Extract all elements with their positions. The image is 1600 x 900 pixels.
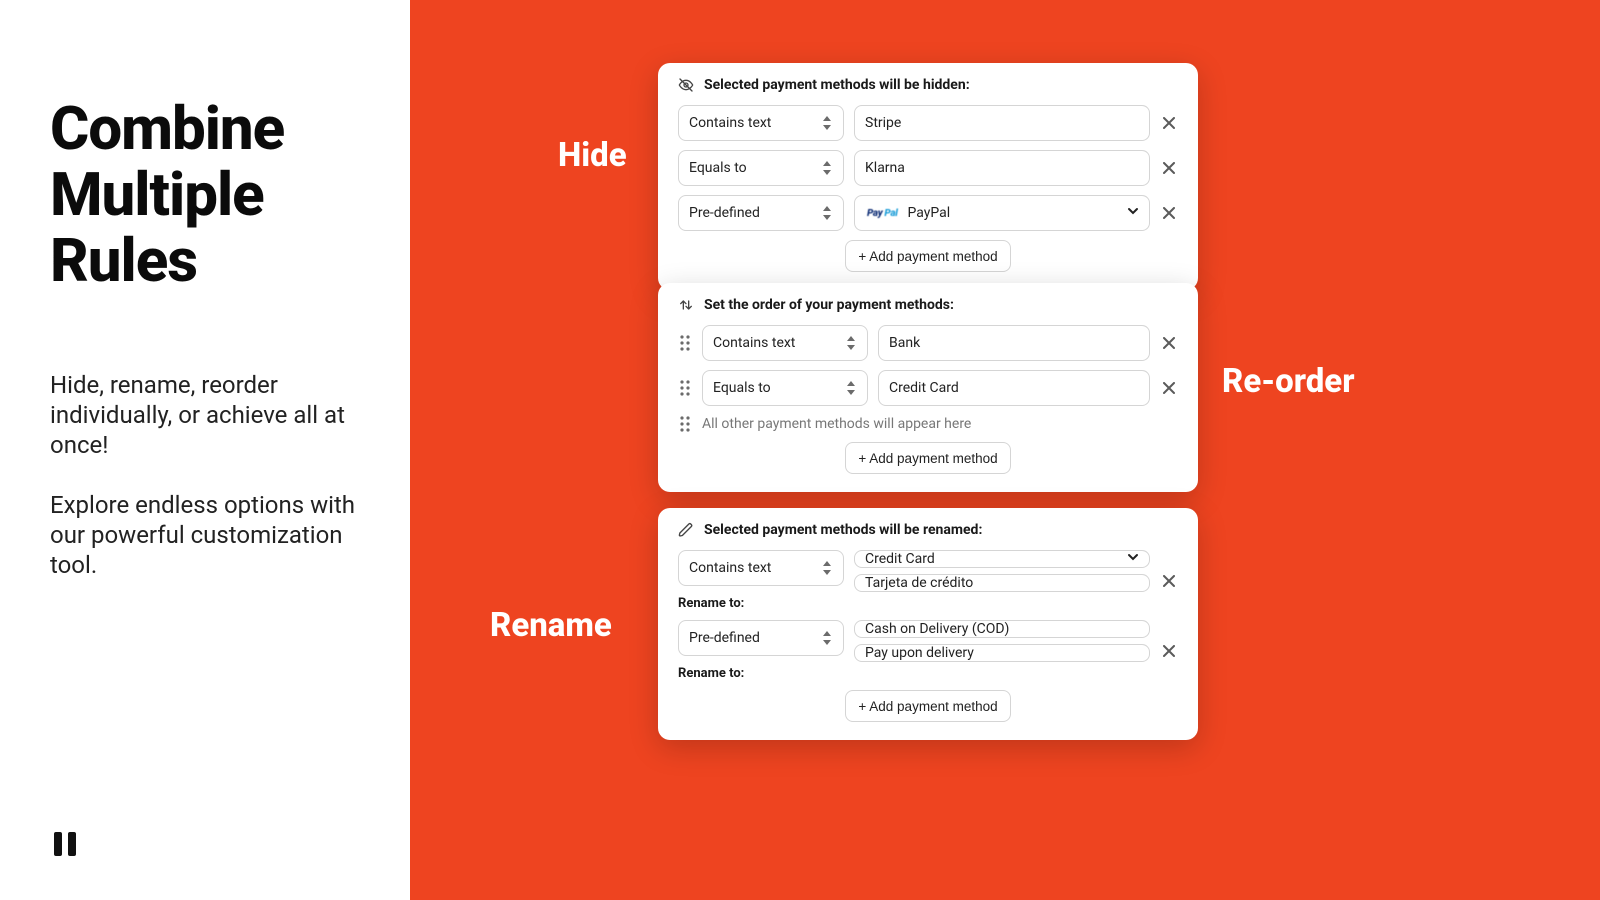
- card-reorder: Set the order of your payment methods: C…: [658, 283, 1198, 492]
- page-title: Combine Multiple Rules: [50, 96, 370, 294]
- page-description: Hide, rename, reorder individually, or a…: [50, 370, 370, 580]
- value-dropdown[interactable]: Credit Card: [854, 550, 1150, 568]
- pencil-icon: [678, 522, 694, 538]
- marketing-sidebar: Combine Multiple Rules Hide, rename, reo…: [0, 0, 410, 900]
- canvas: Hide Re-order Rename Selected payment me…: [410, 0, 1600, 900]
- select-sort-icon: [821, 630, 833, 646]
- chevron-down-icon: [1127, 205, 1139, 221]
- placeholder-text: All other payment methods will appear he…: [702, 416, 971, 432]
- select-sort-icon: [821, 205, 833, 221]
- condition-select[interactable]: Equals to: [702, 370, 868, 406]
- condition-select[interactable]: Contains text: [678, 550, 844, 586]
- value-input[interactable]: Cash on Delivery (COD): [854, 620, 1150, 638]
- hide-row: Contains text Stripe: [678, 105, 1178, 141]
- select-sort-icon: [821, 560, 833, 576]
- card-hide-header: Selected payment methods will be hidden:: [678, 77, 1178, 93]
- rename-to-input[interactable]: Tarjeta de crédito: [854, 574, 1150, 592]
- select-sort-icon: [845, 380, 857, 396]
- card-hide: Selected payment methods will be hidden:…: [658, 63, 1198, 290]
- drag-handle-icon[interactable]: [678, 379, 692, 397]
- label-hide: Hide: [558, 136, 627, 175]
- reorder-placeholder-row: All other payment methods will appear he…: [678, 415, 1178, 433]
- label-reorder: Re-order: [1222, 362, 1355, 401]
- add-payment-method-button[interactable]: + Add payment method: [845, 442, 1010, 474]
- label-rename: Rename: [490, 606, 612, 645]
- rename-row: Pre-defined Rename to: Cash on Delivery …: [678, 620, 1178, 681]
- card-rename-header: Selected payment methods will be renamed…: [678, 522, 1178, 538]
- remove-row-button[interactable]: [1160, 334, 1178, 352]
- drag-handle-icon[interactable]: [678, 415, 692, 433]
- select-sort-icon: [821, 160, 833, 176]
- drag-handle-icon[interactable]: [678, 334, 692, 352]
- remove-row-button[interactable]: [1160, 114, 1178, 132]
- remove-row-button[interactable]: [1160, 159, 1178, 177]
- rename-to-label: Rename to:: [678, 596, 844, 611]
- reorder-row: Equals to Credit Card: [678, 370, 1178, 406]
- add-payment-method-button[interactable]: + Add payment method: [845, 240, 1010, 272]
- remove-row-button[interactable]: [1160, 379, 1178, 397]
- arrows-updown-icon: [678, 297, 694, 313]
- condition-select[interactable]: Contains text: [702, 325, 868, 361]
- value-input[interactable]: Klarna: [854, 150, 1150, 186]
- value-input[interactable]: Credit Card: [878, 370, 1150, 406]
- card-rename: Selected payment methods will be renamed…: [658, 508, 1198, 740]
- eye-off-icon: [678, 77, 694, 93]
- condition-select[interactable]: Pre-defined: [678, 620, 844, 656]
- add-payment-method-button[interactable]: + Add payment method: [845, 690, 1010, 722]
- condition-select[interactable]: Equals to: [678, 150, 844, 186]
- rename-row: Contains text Rename to: Credit Card Tar…: [678, 550, 1178, 611]
- hide-row: Pre-defined PayPal PayPal: [678, 195, 1178, 231]
- condition-select[interactable]: Pre-defined: [678, 195, 844, 231]
- hide-row: Equals to Klarna: [678, 150, 1178, 186]
- remove-row-button[interactable]: [1160, 642, 1178, 660]
- condition-select[interactable]: Contains text: [678, 105, 844, 141]
- paypal-logo-icon: PayPal: [865, 207, 900, 220]
- rename-to-input[interactable]: Pay upon delivery: [854, 644, 1150, 662]
- remove-row-button[interactable]: [1160, 204, 1178, 222]
- value-input[interactable]: Stripe: [854, 105, 1150, 141]
- rename-to-label: Rename to:: [678, 666, 844, 681]
- remove-row-button[interactable]: [1160, 572, 1178, 590]
- card-reorder-header: Set the order of your payment methods:: [678, 297, 1178, 313]
- brand-logo: [50, 828, 82, 860]
- value-dropdown[interactable]: PayPal PayPal: [854, 195, 1150, 231]
- reorder-row: Contains text Bank: [678, 325, 1178, 361]
- select-sort-icon: [821, 115, 833, 131]
- chevron-down-icon: [1127, 551, 1139, 567]
- value-input[interactable]: Bank: [878, 325, 1150, 361]
- select-sort-icon: [845, 335, 857, 351]
